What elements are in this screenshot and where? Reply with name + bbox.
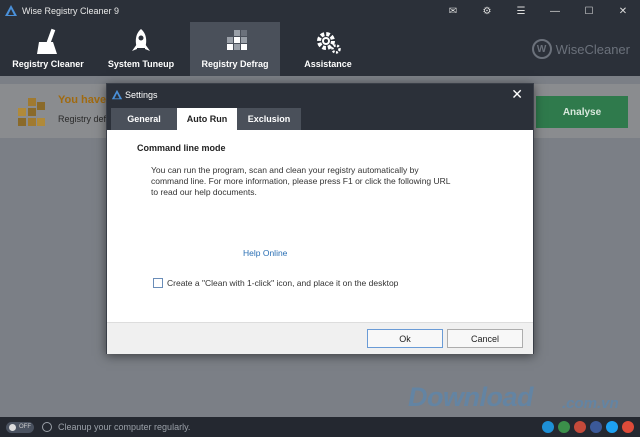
watermark-domain: .com.vn xyxy=(562,395,619,412)
tool-label: System Tuneup xyxy=(107,59,175,69)
analyse-button[interactable]: Analyse xyxy=(536,96,628,128)
window-controls: ✉ ⚙ ☰ — ☐ ✕ xyxy=(436,0,640,22)
description-text: You can run the program, scan and clean … xyxy=(151,165,451,197)
google-plus-icon[interactable] xyxy=(622,421,634,433)
tab-system-tuneup[interactable]: System Tuneup xyxy=(98,22,184,76)
update-icon[interactable] xyxy=(558,421,570,433)
broom-icon xyxy=(37,28,57,54)
blocks-icon xyxy=(227,30,247,50)
banner-subtitle: Registry defr xyxy=(58,114,110,124)
tab-exclusion[interactable]: Exclusion xyxy=(237,108,301,130)
app-title: Wise Registry Cleaner 9 xyxy=(22,6,120,16)
clock-icon xyxy=(42,422,52,432)
gear-icon xyxy=(317,32,341,54)
tab-registry-cleaner[interactable]: Registry Cleaner xyxy=(5,22,91,76)
cancel-button[interactable]: Cancel xyxy=(447,329,523,348)
tool-label: Registry Defrag xyxy=(201,59,269,69)
status-text: Cleanup your computer regularly. xyxy=(58,422,191,432)
desktop-icon-option[interactable]: Create a "Clean with 1-click" icon, and … xyxy=(153,278,398,288)
tool-label: Registry Cleaner xyxy=(12,59,84,69)
watermark: Download xyxy=(408,382,534,412)
close-icon[interactable]: ✕ xyxy=(511,86,523,103)
toggle-label: OFF xyxy=(19,424,31,430)
tab-auto-run[interactable]: Auto Run xyxy=(177,108,237,130)
title-bar: Wise Registry Cleaner 9 ✉ ⚙ ☰ — ☐ ✕ xyxy=(0,0,640,22)
defrag-blocks-icon xyxy=(18,98,45,126)
toggle-knob xyxy=(9,423,16,431)
section-title: Command line mode xyxy=(137,143,226,153)
main-toolbar: Registry Cleaner System Tuneup Registry … xyxy=(0,22,640,76)
settings-icon[interactable]: ⚙ xyxy=(470,0,504,22)
social-links xyxy=(538,421,634,433)
youtube-icon[interactable] xyxy=(574,421,586,433)
help-online-link[interactable]: Help Online xyxy=(243,248,287,258)
dialog-title: Settings xyxy=(125,90,158,100)
dialog-footer: Ok Cancel xyxy=(107,322,533,354)
schedule-toggle[interactable]: OFF xyxy=(6,421,34,433)
brand-name: WiseCleaner xyxy=(555,41,630,57)
settings-dialog: Settings ✕ General Auto Run Exclusion Co… xyxy=(106,83,534,354)
menu-icon[interactable]: ☰ xyxy=(504,0,538,22)
minimize-icon[interactable]: — xyxy=(538,0,572,22)
tab-general[interactable]: General xyxy=(111,108,177,130)
ok-button[interactable]: Ok xyxy=(367,329,443,348)
rocket-icon xyxy=(132,29,150,51)
checkbox-label: Create a "Clean with 1-click" icon, and … xyxy=(167,278,399,288)
desktop-icon-checkbox[interactable] xyxy=(153,278,163,288)
tab-assistance[interactable]: Assistance xyxy=(285,22,371,76)
brand-w-icon: W xyxy=(531,39,552,59)
brand-logo: W WiseCleaner xyxy=(531,39,630,59)
twitter-icon[interactable] xyxy=(606,421,618,433)
mail-icon[interactable]: ✉ xyxy=(436,0,470,22)
app-logo-icon xyxy=(111,89,123,100)
facebook-icon[interactable] xyxy=(590,421,602,433)
tool-label: Assistance xyxy=(304,59,352,69)
app-logo-icon xyxy=(5,5,17,16)
status-bar: OFF Cleanup your computer regularly. xyxy=(0,417,640,437)
banner-title: You haven xyxy=(58,94,113,106)
tab-registry-defrag[interactable]: Registry Defrag xyxy=(190,22,280,76)
maximize-icon[interactable]: ☐ xyxy=(572,0,606,22)
dialog-header: Settings ✕ General Auto Run Exclusion xyxy=(107,84,533,130)
close-icon[interactable]: ✕ xyxy=(606,0,640,22)
share-icon[interactable] xyxy=(542,421,554,433)
